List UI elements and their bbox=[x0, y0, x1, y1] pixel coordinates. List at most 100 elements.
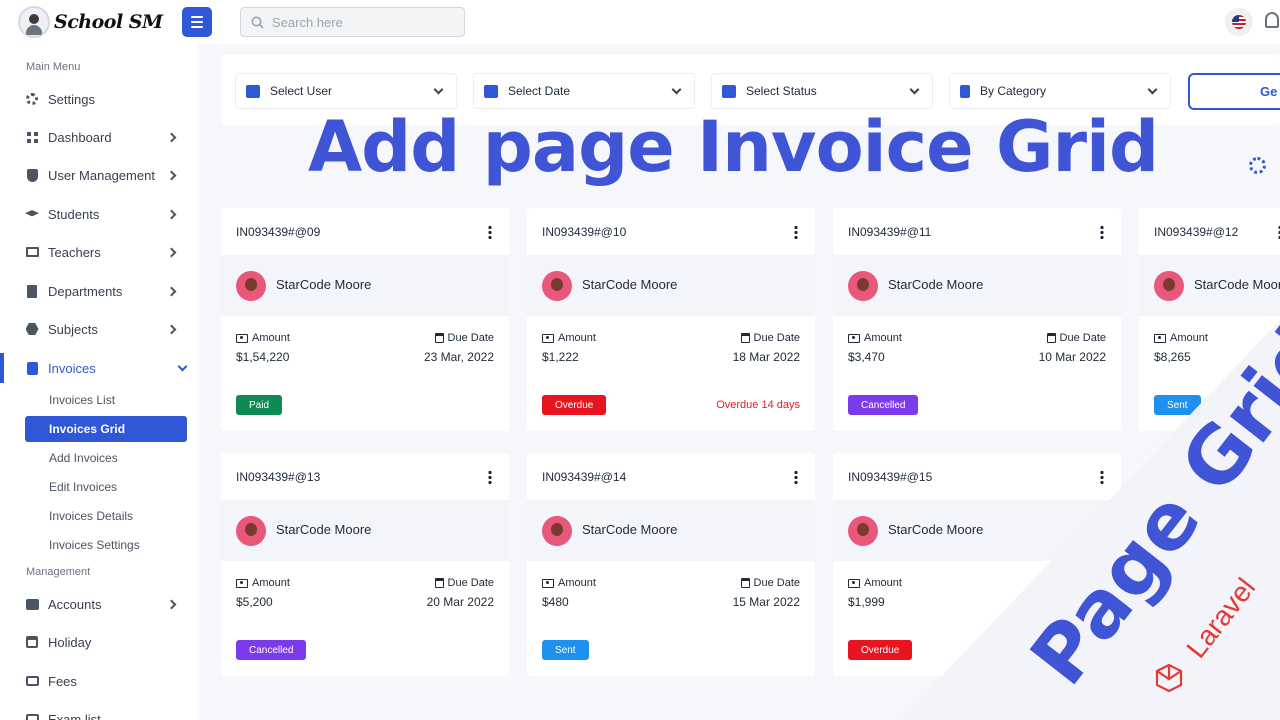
language-selector[interactable] bbox=[1225, 8, 1253, 36]
amount-label: Amount bbox=[848, 332, 902, 344]
more-options-icon[interactable] bbox=[794, 225, 798, 239]
amount-label-text: Amount bbox=[864, 577, 902, 589]
promo-headline: Add page Invoice Grid bbox=[308, 106, 1159, 188]
avatar bbox=[236, 271, 266, 301]
chevron-right-icon bbox=[166, 599, 177, 609]
more-options-icon[interactable] bbox=[488, 470, 492, 484]
sidebar-item-dashboard[interactable]: Dashboard bbox=[0, 122, 198, 152]
amount-value: $8,265 bbox=[1154, 350, 1191, 364]
sidebar: Main Menu Settings Dashboard User Manage… bbox=[0, 44, 198, 720]
avatar bbox=[542, 271, 572, 301]
chevron-down-icon bbox=[433, 84, 444, 95]
sidebar-item-holiday[interactable]: Holiday bbox=[0, 627, 198, 657]
sidebar-subitem-invoices-settings[interactable]: Invoices Settings bbox=[25, 532, 187, 558]
sidebar-item-settings[interactable]: Settings bbox=[0, 84, 198, 114]
money-icon bbox=[848, 333, 860, 343]
sidebar-subitem-invoices-details[interactable]: Invoices Details bbox=[25, 503, 187, 529]
invoice-card[interactable]: IN093439#@10 StarCode Moore Amount $1,222 Du… bbox=[527, 208, 815, 431]
list-icon bbox=[25, 714, 39, 720]
select-status-dropdown[interactable]: Select Status bbox=[711, 73, 933, 109]
management-label: Management bbox=[26, 566, 91, 578]
sidebar-item-label: User Management bbox=[48, 167, 155, 183]
sidebar-item-exam-list[interactable]: Exam list bbox=[0, 704, 198, 720]
invoice-card[interactable]: IN093439#@15 StarCode Moore Amount $1,999 Ov… bbox=[833, 453, 1121, 676]
chevron-right-icon bbox=[166, 247, 177, 257]
logo-text: School SM bbox=[54, 11, 163, 33]
sidebar-subitem-invoices-grid[interactable]: Invoices Grid bbox=[25, 416, 187, 442]
sidebar-item-subjects[interactable]: Subjects bbox=[0, 314, 198, 344]
invoice-user-row: StarCode Moore bbox=[221, 500, 509, 561]
invoice-id: IN093439#@15 bbox=[848, 470, 933, 484]
more-options-icon[interactable] bbox=[488, 225, 492, 239]
avatar bbox=[1154, 271, 1184, 301]
logo-mark-icon bbox=[18, 6, 50, 38]
invoice-card[interactable]: IN093439#@09 StarCode Moore Amount $1,54,22… bbox=[221, 208, 509, 431]
sidebar-item-fees[interactable]: Fees bbox=[0, 666, 198, 696]
graduation-cap-icon bbox=[25, 210, 39, 217]
invoice-card[interactable]: IN093439#@12 StarCode Moore Amount $8,265 Se… bbox=[1139, 208, 1280, 431]
invoice-user-row: StarCode Moore bbox=[833, 500, 1121, 561]
more-options-icon[interactable] bbox=[794, 470, 798, 484]
invoice-user-row: StarCode Moore bbox=[833, 255, 1121, 316]
amount-label: Amount bbox=[542, 332, 596, 344]
search-box bbox=[240, 7, 465, 37]
money-icon bbox=[236, 578, 248, 588]
sidebar-item-departments[interactable]: Departments bbox=[0, 276, 198, 306]
money-icon bbox=[542, 333, 554, 343]
generate-button[interactable]: Ge bbox=[1188, 73, 1280, 110]
amount-value: $3,470 bbox=[848, 350, 885, 364]
sidebar-item-accounts[interactable]: Accounts bbox=[0, 589, 198, 619]
due-date-label-text: Due Date bbox=[1059, 332, 1106, 344]
sidebar-item-invoices[interactable]: Invoices bbox=[0, 353, 198, 383]
amount-value: $1,54,220 bbox=[236, 350, 290, 364]
chevron-right-icon bbox=[166, 132, 177, 142]
sidebar-subitem-edit-invoices[interactable]: Edit Invoices bbox=[25, 474, 187, 500]
chevron-right-icon bbox=[166, 170, 177, 180]
user-name: StarCode Moore bbox=[888, 522, 984, 537]
amount-label-text: Amount bbox=[864, 332, 902, 344]
calendar-icon bbox=[434, 333, 444, 343]
select-date-dropdown[interactable]: Select Date bbox=[473, 73, 695, 109]
amount-label-text: Amount bbox=[558, 577, 596, 589]
search-icon bbox=[251, 16, 264, 29]
invoice-user-row: StarCode Moore bbox=[527, 500, 815, 561]
select-status-label: Select Status bbox=[746, 84, 817, 98]
status-badge: Overdue bbox=[848, 640, 913, 660]
invoice-card[interactable]: IN093439#@11 StarCode Moore Amount $3,470 Du… bbox=[833, 208, 1121, 431]
status-badge: Cancelled bbox=[848, 395, 919, 415]
sidebar-item-teachers[interactable]: Teachers bbox=[0, 237, 198, 267]
sidebar-subitem-add-invoices[interactable]: Add Invoices bbox=[25, 445, 187, 471]
more-options-icon[interactable] bbox=[1100, 470, 1104, 484]
chevron-down-icon bbox=[671, 84, 682, 95]
grid-settings-gear-icon[interactable] bbox=[1249, 157, 1266, 174]
sidebar-item-label: Holiday bbox=[48, 634, 92, 650]
main-menu-label: Main Menu bbox=[26, 61, 81, 73]
sidebar-item-students[interactable]: Students bbox=[0, 199, 198, 229]
calendar-icon bbox=[1046, 333, 1056, 343]
invoice-card[interactable]: IN093439#@13 StarCode Moore Amount $5,200 Du… bbox=[221, 453, 509, 676]
invoice-user-row: StarCode Moore bbox=[221, 255, 509, 316]
amount-label-text: Amount bbox=[252, 577, 290, 589]
dashboard-icon bbox=[26, 131, 38, 143]
app-logo[interactable]: School SM bbox=[18, 6, 163, 38]
category-dropdown[interactable]: By Category bbox=[949, 73, 1171, 109]
status-badge: Sent bbox=[1154, 395, 1201, 415]
avatar bbox=[848, 271, 878, 301]
sidebar-item-user-management[interactable]: User Management bbox=[0, 160, 198, 190]
sidebar-toggle-button[interactable] bbox=[182, 7, 212, 37]
invoice-card[interactable]: IN093439#@14 StarCode Moore Amount $480 Due … bbox=[527, 453, 815, 676]
more-options-icon[interactable] bbox=[1100, 225, 1104, 239]
amount-value: $1,999 bbox=[848, 595, 885, 609]
amount-label-text: Amount bbox=[558, 332, 596, 344]
sidebar-item-label: Students bbox=[48, 206, 100, 222]
sidebar-subitem-invoices-list[interactable]: Invoices List bbox=[25, 387, 187, 413]
notification-bell-icon[interactable] bbox=[1265, 12, 1279, 28]
sidebar-item-label: Fees bbox=[48, 673, 77, 689]
money-icon bbox=[1154, 333, 1166, 343]
select-user-dropdown[interactable]: Select User bbox=[235, 73, 457, 109]
chevron-down-icon bbox=[1147, 84, 1158, 95]
category-label: By Category bbox=[980, 84, 1047, 98]
search-input[interactable] bbox=[272, 14, 442, 30]
due-date-label: Due Date bbox=[740, 332, 800, 344]
avatar bbox=[542, 516, 572, 546]
